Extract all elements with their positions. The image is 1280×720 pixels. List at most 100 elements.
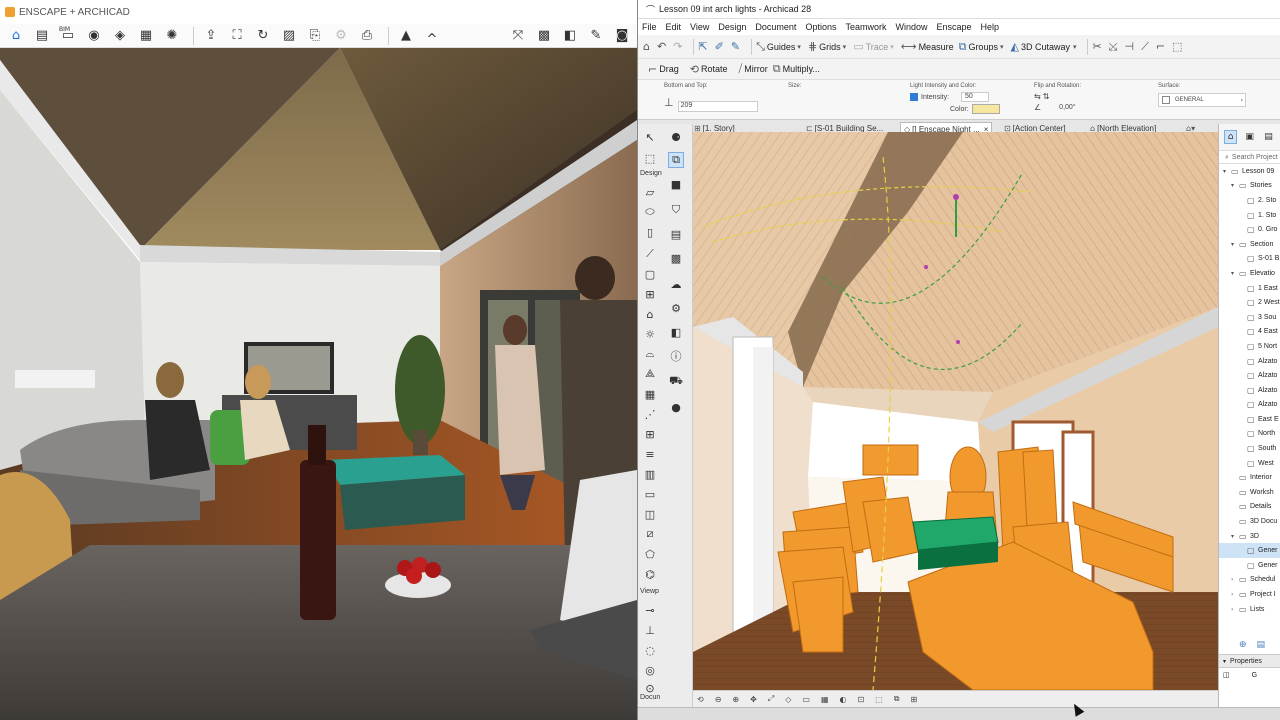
cutaway-button[interactable]: ◭ 3D Cutaway ▾ bbox=[1010, 38, 1078, 56]
collapse-icon[interactable]: ^ bbox=[421, 30, 443, 50]
object-tool-icon[interactable]: ⛉ bbox=[668, 202, 684, 218]
navigation-icon[interactable]: ◇ bbox=[785, 695, 791, 704]
tree-item[interactable]: ▢ 2 West bbox=[1219, 295, 1280, 310]
panel-tool-icon[interactable]: ▥ bbox=[642, 466, 658, 482]
lamp-icon[interactable]: ☼ bbox=[642, 326, 658, 342]
tree-item[interactable]: ▢ 3 Sou bbox=[1219, 310, 1280, 325]
sync-icon[interactable]: ⤧ bbox=[507, 26, 529, 46]
navigator-search[interactable]: ⌕ Search Project bbox=[1219, 150, 1280, 164]
view-map-icon[interactable]: ▣ bbox=[1243, 130, 1256, 144]
rotation-field[interactable]: 0,00° bbox=[1059, 104, 1075, 111]
tree-item[interactable]: ▢ Gener bbox=[1219, 543, 1280, 559]
split-icon[interactable]: ⤩ bbox=[1109, 38, 1120, 56]
3d-window-viewport[interactable] bbox=[693, 132, 1218, 690]
image-icon[interactable]: ▨ bbox=[278, 26, 300, 46]
tree-item[interactable]: ▢ 2. Sto bbox=[1219, 193, 1280, 208]
slab-icon[interactable]: ⧄ bbox=[642, 526, 658, 542]
beam-tool-icon[interactable]: ⟋ bbox=[642, 246, 658, 262]
menu-enscape[interactable]: Enscape bbox=[937, 22, 972, 32]
tree-item[interactable]: ▭ Interior bbox=[1219, 470, 1280, 485]
surface-dropdown[interactable]: GENERAL › bbox=[1158, 93, 1246, 107]
pick-up-icon[interactable]: ⇱ bbox=[698, 38, 709, 56]
expand-caret-icon[interactable]: ▾ bbox=[1231, 182, 1239, 189]
tree-item[interactable]: ▢ Alzato bbox=[1219, 368, 1280, 383]
menu-help[interactable]: Help bbox=[981, 22, 1000, 32]
stair-icon[interactable]: ⋰ bbox=[642, 406, 658, 422]
marquee-tool-icon[interactable]: ⬚ bbox=[642, 150, 658, 166]
column-tool-icon[interactable]: ▯ bbox=[642, 224, 658, 240]
vr-icon[interactable]: ◙ bbox=[611, 26, 633, 46]
grid-tool-icon[interactable]: ⊞ bbox=[642, 426, 658, 442]
panel-icon[interactable]: ▦ bbox=[135, 26, 157, 46]
properties-name-field[interactable]: G bbox=[1252, 672, 1257, 679]
intensity-checkbox[interactable] bbox=[910, 93, 918, 101]
renovation-icon[interactable]: ⬚ bbox=[875, 695, 883, 704]
layout-book-icon[interactable]: ▤ bbox=[1262, 130, 1275, 144]
flip-vertical-icon[interactable]: ⇅ bbox=[1043, 92, 1050, 101]
info-tool-icon[interactable]: ⓘ bbox=[668, 348, 684, 364]
elevation-tool-icon[interactable]: ⊥ bbox=[642, 622, 658, 638]
tree-item[interactable]: ▢ S-01 B bbox=[1219, 252, 1280, 267]
inject-icon[interactable]: ✎ bbox=[731, 38, 742, 56]
home-icon[interactable]: ⌂ bbox=[5, 26, 27, 46]
tree-item[interactable]: ▢ 5 Nort bbox=[1219, 339, 1280, 354]
capture-icon[interactable]: ◈ bbox=[109, 26, 131, 46]
tree-item[interactable]: ▭ Details bbox=[1219, 500, 1280, 515]
adjust-icon[interactable]: ⊣ bbox=[1125, 38, 1137, 56]
settings-icon[interactable]: ⚙ bbox=[330, 26, 352, 46]
stair-tool-icon[interactable]: ▤ bbox=[668, 226, 684, 242]
tree-item[interactable]: ▭ 3D Docu bbox=[1219, 514, 1280, 529]
expand-caret-icon[interactable]: ▾ bbox=[1231, 533, 1239, 540]
expand-caret-icon[interactable]: ▾ bbox=[1231, 241, 1239, 248]
menu-teamwork[interactable]: Teamwork bbox=[845, 22, 886, 32]
menu-options[interactable]: Options bbox=[805, 22, 836, 32]
eyedropper-icon[interactable]: ✐ bbox=[715, 38, 726, 56]
cube-icon[interactable]: ◧ bbox=[559, 26, 581, 46]
rotate-button[interactable]: ⟲ Rotate bbox=[690, 60, 728, 78]
lens-icon[interactable]: ✺ bbox=[161, 26, 183, 46]
menu-window[interactable]: Window bbox=[895, 22, 927, 32]
shell-tool-icon[interactable]: ☁ bbox=[668, 276, 684, 292]
tree-item[interactable]: › ▭ Schedul bbox=[1219, 573, 1280, 588]
bim-icon[interactable]: BIM ▭ bbox=[57, 26, 79, 46]
zone-tool-icon[interactable]: ◧ bbox=[668, 324, 684, 340]
document-icon[interactable]: ▤ bbox=[31, 26, 53, 46]
groups-button[interactable]: ⧉ Groups ▾ bbox=[959, 38, 1006, 56]
view-options-icon[interactable]: ▭ bbox=[802, 695, 810, 704]
home-icon[interactable]: ⌂ bbox=[643, 38, 652, 56]
tree-item[interactable]: ▢ Alzato bbox=[1219, 354, 1280, 369]
tree-item[interactable]: ▾ ▭ Section bbox=[1219, 237, 1280, 252]
slab-tool-icon[interactable]: ⬭ bbox=[642, 204, 658, 220]
tree-item[interactable]: ▾ ▭ Elevatio bbox=[1219, 266, 1280, 281]
panorama-icon[interactable]: ↻ bbox=[252, 26, 274, 46]
redo-icon[interactable]: ↷ bbox=[673, 38, 684, 56]
partial-structure-icon[interactable]: ⧉ bbox=[894, 694, 900, 704]
user-icon[interactable]: ● bbox=[668, 399, 684, 415]
worksheet-tool-icon[interactable]: ◎ bbox=[642, 662, 658, 678]
section-tool-icon[interactable]: ⊸ bbox=[642, 602, 658, 618]
tree-item[interactable]: ▢ South bbox=[1219, 441, 1280, 456]
export-icon[interactable]: ⎘ bbox=[304, 26, 326, 46]
tree-item[interactable]: ▢ 0. Gro bbox=[1219, 222, 1280, 237]
shell-icon[interactable]: ⬠ bbox=[642, 546, 658, 562]
mirror-button[interactable]: ⧸ Mirror bbox=[738, 60, 767, 78]
light-color-swatch[interactable] bbox=[971, 104, 1000, 114]
zoom-icon[interactable]: ⊖ bbox=[715, 695, 722, 704]
screenshot-icon[interactable]: ⛶ bbox=[226, 26, 248, 46]
opening-tool-icon[interactable]: ◫ bbox=[642, 506, 658, 522]
tree-item[interactable]: ▢ North bbox=[1219, 427, 1280, 442]
railing-tool-icon[interactable]: ▩ bbox=[668, 250, 684, 266]
drag-button[interactable]: ⌐ Drag bbox=[648, 60, 679, 78]
tree-item[interactable]: ▢ 4 East bbox=[1219, 325, 1280, 340]
cart-icon[interactable]: ⛟ bbox=[668, 373, 684, 389]
layers-icon[interactable]: ▦ bbox=[821, 695, 829, 704]
menu-design[interactable]: Design bbox=[718, 22, 746, 32]
magic-wand-icon[interactable]: ⚈ bbox=[668, 129, 684, 145]
door-tool-icon[interactable]: ▢ bbox=[642, 266, 658, 282]
tree-item[interactable]: ▾ ▭ Stories bbox=[1219, 179, 1280, 194]
window-tool-icon[interactable]: ⊞ bbox=[642, 286, 658, 302]
lamp-tool-icon[interactable]: ⧉ bbox=[668, 152, 684, 168]
asset-icon[interactable]: ▲ bbox=[395, 26, 417, 46]
model-view-icon[interactable]: ⊡ bbox=[857, 695, 864, 704]
menu-file[interactable]: File bbox=[642, 22, 657, 32]
